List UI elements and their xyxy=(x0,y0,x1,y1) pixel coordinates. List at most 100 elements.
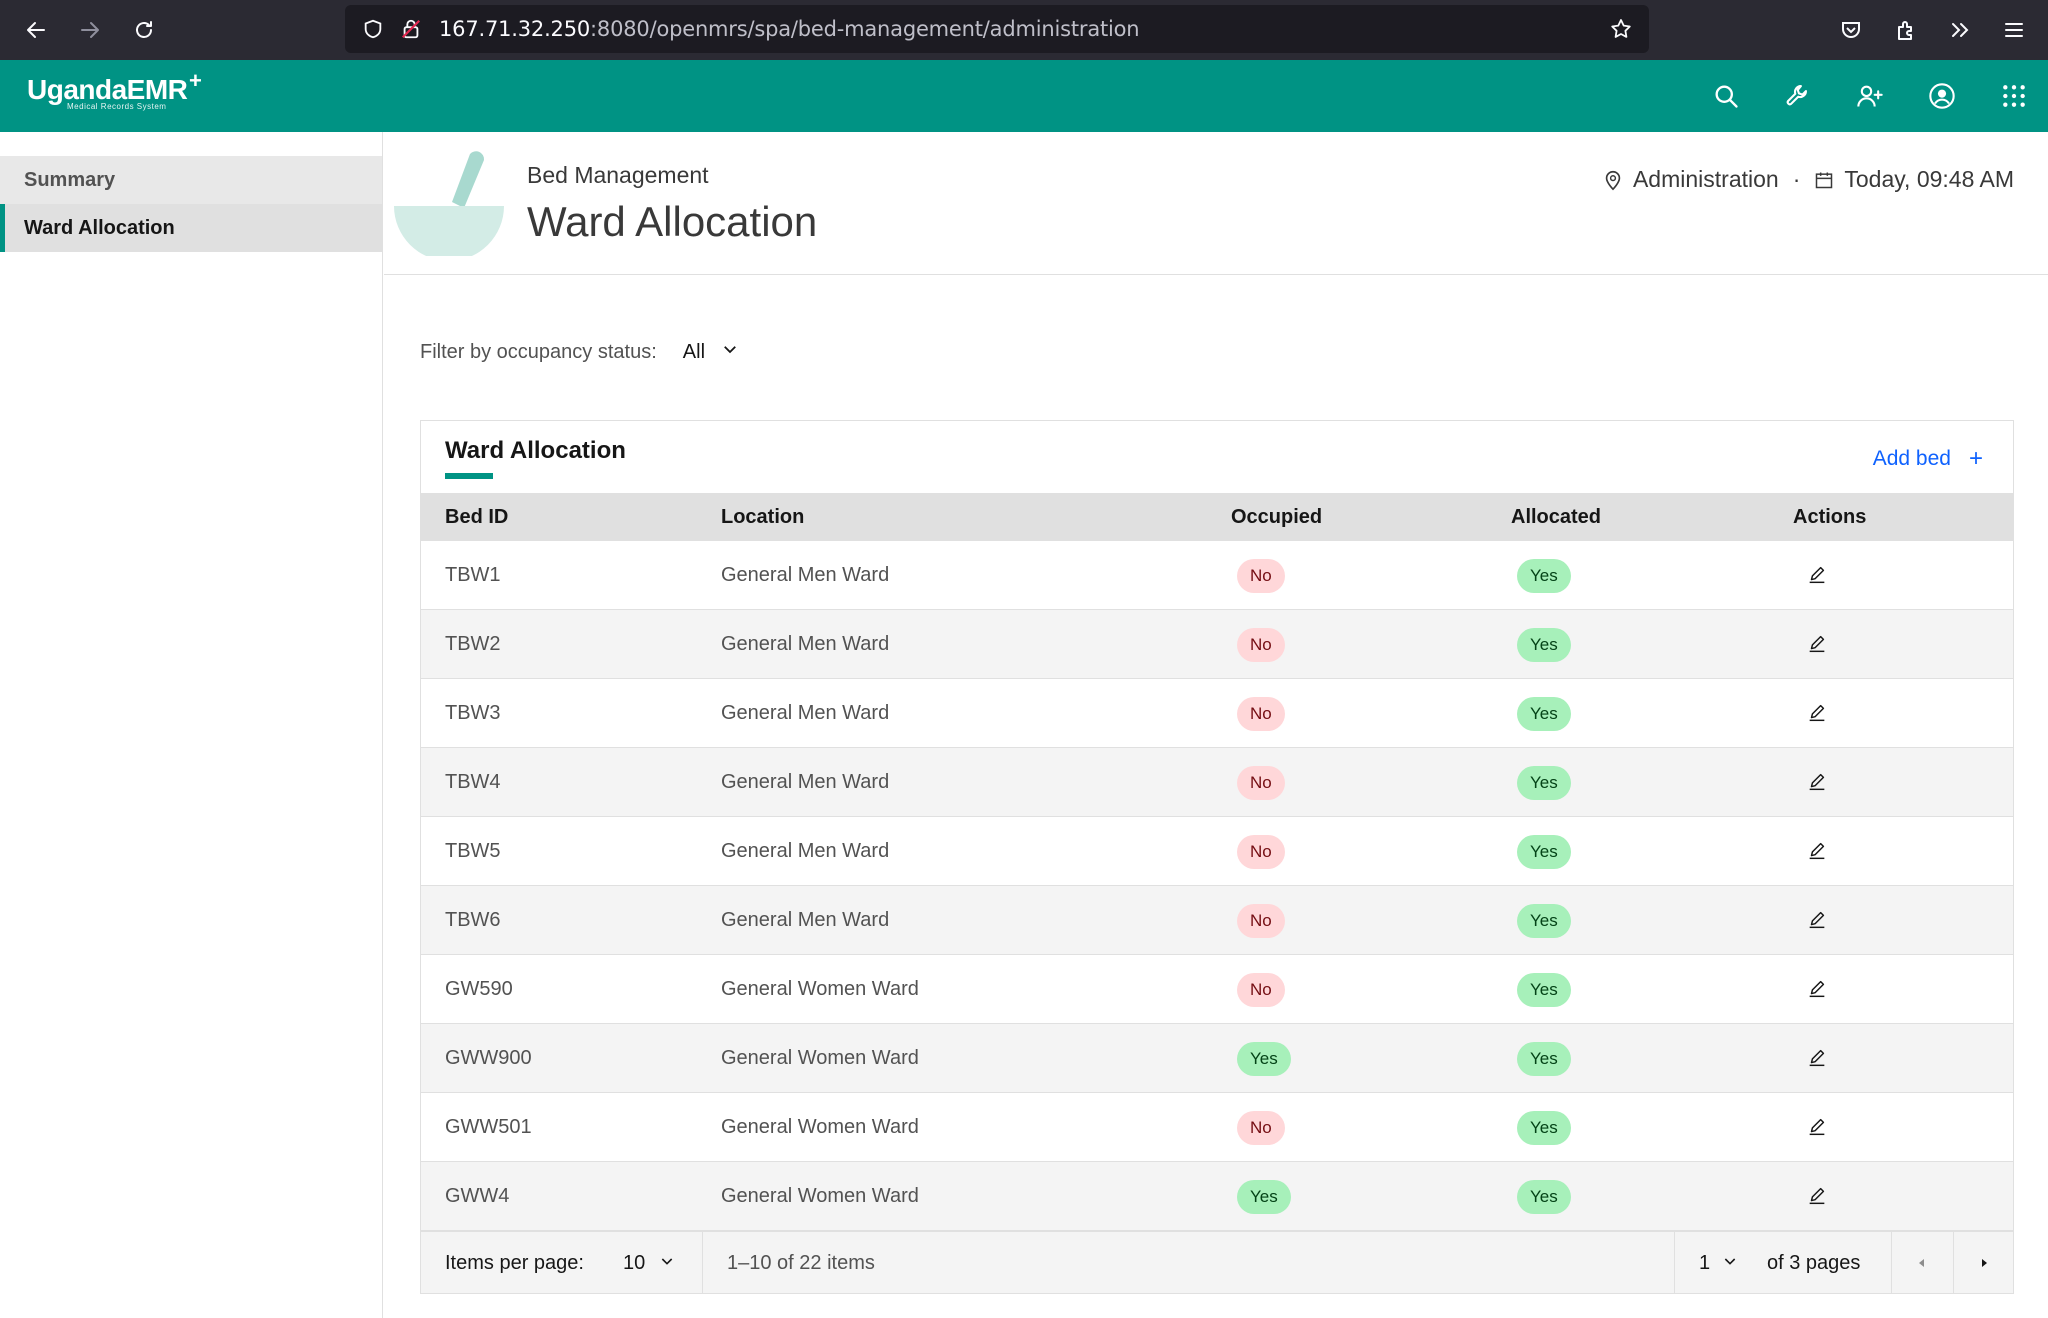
edit-bed-button[interactable] xyxy=(1803,1044,1831,1072)
edit-bed-button[interactable] xyxy=(1803,906,1831,934)
pocket-icon[interactable] xyxy=(1835,14,1867,46)
bed-id-cell: TBW2 xyxy=(445,633,501,655)
occupied-tag: Yes xyxy=(1237,1041,1291,1076)
location-cell: General Men Ward xyxy=(721,702,890,724)
url-host: 167.71.32.250 xyxy=(439,17,591,41)
allocated-cell: Yes xyxy=(1517,541,1571,609)
page-title: Ward Allocation xyxy=(527,198,818,245)
sidebar-item-label: Ward Allocation xyxy=(24,217,175,239)
sidebar: Summary Ward Allocation xyxy=(0,132,383,1318)
add-bed-label: Add bed xyxy=(1872,447,1951,470)
sidebar-item-label: Summary xyxy=(24,169,116,191)
occupied-cell: Yes xyxy=(1237,1024,1291,1092)
chevron-down-icon xyxy=(659,1232,675,1294)
edit-bed-button[interactable] xyxy=(1803,768,1831,796)
current-datetime: Today, 09:48 AM xyxy=(1844,166,2014,192)
search-icon[interactable] xyxy=(1710,80,1742,112)
app-header: UgandaEMR + Medical Records System xyxy=(0,60,2048,132)
table-row: TBW3 General Men Ward No Yes xyxy=(421,679,2013,748)
previous-page-button[interactable] xyxy=(1891,1232,1953,1294)
pencil-icon xyxy=(1809,1187,1825,1205)
bed-id-cell: TBW1 xyxy=(445,564,501,586)
shield-icon[interactable] xyxy=(357,13,389,45)
mortar-pestle-illustration xyxy=(394,146,504,261)
allocated-tag: Yes xyxy=(1517,627,1571,662)
allocated-cell: Yes xyxy=(1517,610,1571,678)
chevron-down-icon[interactable] xyxy=(721,340,739,364)
occupied-cell: No xyxy=(1237,955,1285,1023)
location-pin-icon xyxy=(1603,169,1623,191)
location-cell: General Men Ward xyxy=(721,771,890,793)
occupied-cell: No xyxy=(1237,748,1285,816)
insecure-lock-icon[interactable] xyxy=(395,13,427,45)
pencil-icon xyxy=(1809,773,1825,791)
url-text[interactable]: 167.71.32.250:8080/openmrs/spa/bed-manag… xyxy=(439,17,1140,41)
bookmark-star-icon[interactable] xyxy=(1605,13,1637,45)
total-pages: of 3 pages xyxy=(1767,1252,1861,1274)
filter-label: Filter by occupancy status: xyxy=(420,340,657,363)
pencil-icon xyxy=(1809,911,1825,929)
table-row: TBW5 General Men Ward No Yes xyxy=(421,817,2013,886)
ward-allocation-table: Ward Allocation Add bed + Bed ID Locatio… xyxy=(420,420,2014,1294)
edit-bed-button[interactable] xyxy=(1803,699,1831,727)
bed-id-cell: GWW4 xyxy=(445,1185,510,1207)
occupied-cell: No xyxy=(1237,1093,1285,1161)
ugandaemr-logo[interactable]: UgandaEMR + Medical Records System xyxy=(27,68,202,111)
edit-bed-button[interactable] xyxy=(1803,561,1831,589)
wrench-icon[interactable] xyxy=(1782,80,1814,112)
location-cell: General Women Ward xyxy=(721,978,919,1000)
logo-tagline: Medical Records System xyxy=(67,102,167,111)
occupied-cell: No xyxy=(1237,610,1285,678)
allocated-cell: Yes xyxy=(1517,1162,1571,1230)
allocated-tag: Yes xyxy=(1517,1041,1571,1076)
pencil-icon xyxy=(1809,980,1825,998)
edit-bed-button[interactable] xyxy=(1803,1113,1831,1141)
forward-arrow-icon[interactable] xyxy=(74,14,106,46)
allocated-tag: Yes xyxy=(1517,558,1571,593)
add-bed-button[interactable]: Add bed + xyxy=(1873,445,1983,473)
extensions-icon[interactable] xyxy=(1890,14,1922,46)
column-header-allocated: Allocated xyxy=(1511,506,1602,528)
url-bar[interactable]: 167.71.32.250:8080/openmrs/spa/bed-manag… xyxy=(345,5,1649,53)
next-page-button[interactable] xyxy=(1953,1232,2015,1294)
table-row: TBW2 General Men Ward No Yes xyxy=(421,610,2013,679)
sidebar-item-summary[interactable]: Summary xyxy=(0,156,382,204)
app-switcher-icon[interactable] xyxy=(1998,80,2030,112)
back-arrow-icon[interactable] xyxy=(20,14,52,46)
sidebar-item-ward-allocation[interactable]: Ward Allocation xyxy=(0,204,382,252)
calendar-icon xyxy=(1814,170,1834,190)
edit-bed-button[interactable] xyxy=(1803,1182,1831,1210)
bed-id-cell: TBW6 xyxy=(445,909,501,931)
location-cell: General Men Ward xyxy=(721,840,890,862)
user-avatar-icon[interactable] xyxy=(1926,80,1958,112)
reload-icon[interactable] xyxy=(128,14,160,46)
occupied-tag: No xyxy=(1237,627,1285,662)
occupied-tag: No xyxy=(1237,1110,1285,1145)
edit-bed-button[interactable] xyxy=(1803,630,1831,658)
page-select[interactable]: 1 xyxy=(1699,1232,1738,1294)
overflow-chevrons-icon[interactable] xyxy=(1944,14,1976,46)
filter-dropdown[interactable]: All xyxy=(683,341,705,364)
items-per-page-select[interactable]: 10 xyxy=(623,1232,675,1294)
edit-bed-button[interactable] xyxy=(1803,837,1831,865)
url-path: :8080/openmrs/spa/bed-management/adminis… xyxy=(590,17,1140,41)
edit-bed-button[interactable] xyxy=(1803,975,1831,1003)
pencil-icon xyxy=(1809,1049,1825,1067)
current-page: 1 xyxy=(1699,1252,1711,1274)
logo-plus-icon: + xyxy=(189,68,202,93)
table-row: GWW4 General Women Ward Yes Yes xyxy=(421,1162,2013,1231)
pagination: Items per page: 10 1–10 of 22 items 1 of… xyxy=(421,1231,2015,1294)
column-header-occupied: Occupied xyxy=(1231,506,1323,528)
location-cell: General Women Ward xyxy=(721,1047,919,1069)
location-cell: General Men Ward xyxy=(721,633,890,655)
pencil-icon xyxy=(1809,704,1825,722)
items-range: 1–10 of 22 items xyxy=(727,1252,875,1274)
bed-id-cell: GWW900 xyxy=(445,1047,532,1069)
location-cell: General Men Ward xyxy=(721,564,890,586)
table-row: TBW6 General Men Ward No Yes xyxy=(421,886,2013,955)
column-header-location: Location xyxy=(721,506,805,528)
bed-id-cell: TBW4 xyxy=(445,771,501,793)
allocated-tag: Yes xyxy=(1517,972,1571,1007)
hamburger-menu-icon[interactable] xyxy=(1998,14,2030,46)
add-user-icon[interactable] xyxy=(1854,80,1886,112)
